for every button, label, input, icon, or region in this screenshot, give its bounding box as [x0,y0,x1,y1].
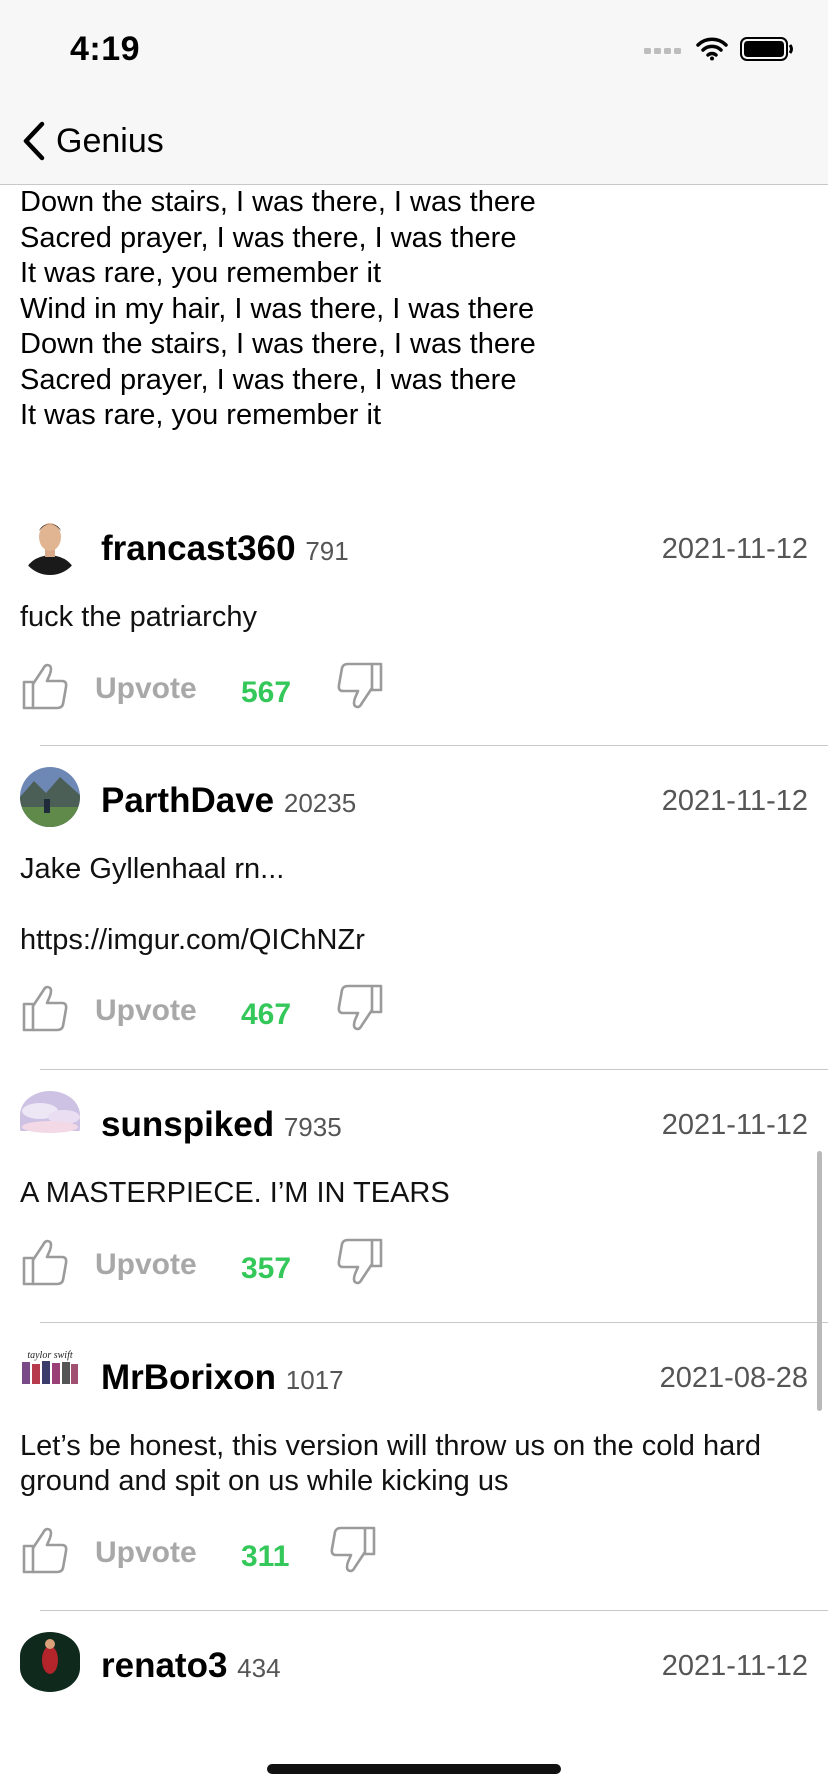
thumbs-down-icon[interactable] [335,660,385,712]
username[interactable]: francast360 [101,529,296,568]
lyric-line: Down the stairs, I was there, I was ther… [20,328,536,360]
comment-date: 2021-08-28 [659,1362,808,1394]
thumbs-up-icon[interactable] [20,1236,70,1288]
back-button[interactable]: Genius [20,116,164,166]
vote-row: Upvote 357 [20,1236,420,1296]
comment-body: A MASTERPIECE. I’M IN TEARS [20,1176,790,1211]
comments-scroll-view[interactable]: Down the stairs, I was there, I was ther… [0,185,828,1725]
wifi-icon [696,37,728,61]
status-time: 4:19 [70,30,141,68]
vote-count: 467 [241,998,292,1031]
username[interactable]: MrBorixon [101,1358,276,1397]
user-iq-score: 1017 [285,1365,344,1395]
user-iq-score: 7935 [283,1112,342,1142]
comment-date: 2021-11-12 [661,1650,808,1682]
username[interactable]: sunspiked [101,1105,274,1144]
comment-header: renato3 434 2021-11-12 [20,1632,808,1692]
home-indicator[interactable] [267,1764,561,1774]
lyric-line: Wind in my hair, I was there, I was ther… [20,292,535,325]
comment-date: 2021-11-12 [661,533,808,565]
avatar[interactable] [20,515,80,575]
comment-text: fuck the patriarchy [20,601,257,633]
vote-row: Upvote 567 [20,660,420,720]
user-iq-score: 434 [237,1653,281,1683]
status-bar: 4:19 [0,0,828,100]
comment-body: Let’s be honest, this version will throw… [20,1429,790,1499]
upvote-button[interactable]: Upvote [95,994,197,1028]
lyric-line: Down the stairs, I was there, I was ther… [20,186,536,218]
avatar[interactable] [20,1632,80,1692]
thumbs-down-icon[interactable] [335,1236,385,1288]
thumbs-up-icon[interactable] [20,660,70,712]
comment-body: Jake Gyllenhaal rn... https://imgur.com/… [20,852,790,958]
user-iq-score: 791 [305,536,349,566]
avatar-caption: taylor swift [27,1350,73,1361]
lyric-line: It was rare, you remember it [20,399,381,431]
vote-row: Upvote 311 [20,1524,420,1584]
comment-separator [40,1322,828,1323]
comment-link[interactable]: https://imgur.com/QIChNZr [20,923,790,958]
comment-header: taylor swift MrBorixon 1017 2021-08-28 [20,1344,808,1404]
status-indicators [644,34,794,64]
battery-icon [740,37,793,61]
thumbs-down-icon[interactable] [328,1524,378,1576]
vote-count: 311 [241,1540,290,1573]
comment-separator [40,745,828,746]
lyric-line: Sacred prayer, I was there, I was there [20,221,517,254]
avatar[interactable] [20,1091,80,1151]
comment-separator [40,1069,828,1070]
comment-text: A MASTERPIECE. I’M IN TEARS [20,1177,450,1209]
avatar[interactable] [20,767,80,827]
chevron-left-icon [23,121,45,161]
upvote-button[interactable]: Upvote [95,1248,197,1282]
username[interactable]: ParthDave [101,781,274,820]
lyric-line: Sacred prayer, I was there, I was there [20,363,517,396]
comment-header: sunspiked 7935 2021-11-12 [20,1091,808,1151]
user-iq-score: 20235 [283,788,357,818]
vote-row: Upvote 467 [20,982,420,1042]
vote-count: 357 [241,1252,292,1285]
comment-body: fuck the patriarchy [20,600,790,635]
back-button-label: Genius [56,121,164,160]
lyric-line: It was rare, you remember it [20,257,381,289]
cellular-signal-icon [644,48,681,54]
comment-text: Jake Gyllenhaal rn... [20,853,285,885]
scrollbar[interactable] [817,1151,822,1411]
thumbs-up-icon[interactable] [20,982,70,1034]
vote-count: 567 [241,676,292,709]
navigation-bar: Genius [0,100,828,185]
comment-separator [40,1610,828,1611]
comment-date: 2021-11-12 [661,785,808,817]
comment-header: ParthDave 20235 2021-11-12 [20,767,808,827]
thumbs-up-icon[interactable] [20,1524,70,1576]
comment-text: Let’s be honest, this version will throw… [20,1430,770,1497]
comment-header: francast360 791 2021-11-12 [20,515,808,575]
upvote-button[interactable]: Upvote [95,672,197,706]
upvote-button[interactable]: Upvote [95,1536,197,1570]
comment-date: 2021-11-12 [661,1109,808,1141]
avatar[interactable]: taylor swift [20,1344,80,1404]
lyrics-block: Down the stairs, I was there, I was ther… [20,185,800,434]
username[interactable]: renato3 [101,1646,227,1685]
thumbs-down-icon[interactable] [335,982,385,1034]
